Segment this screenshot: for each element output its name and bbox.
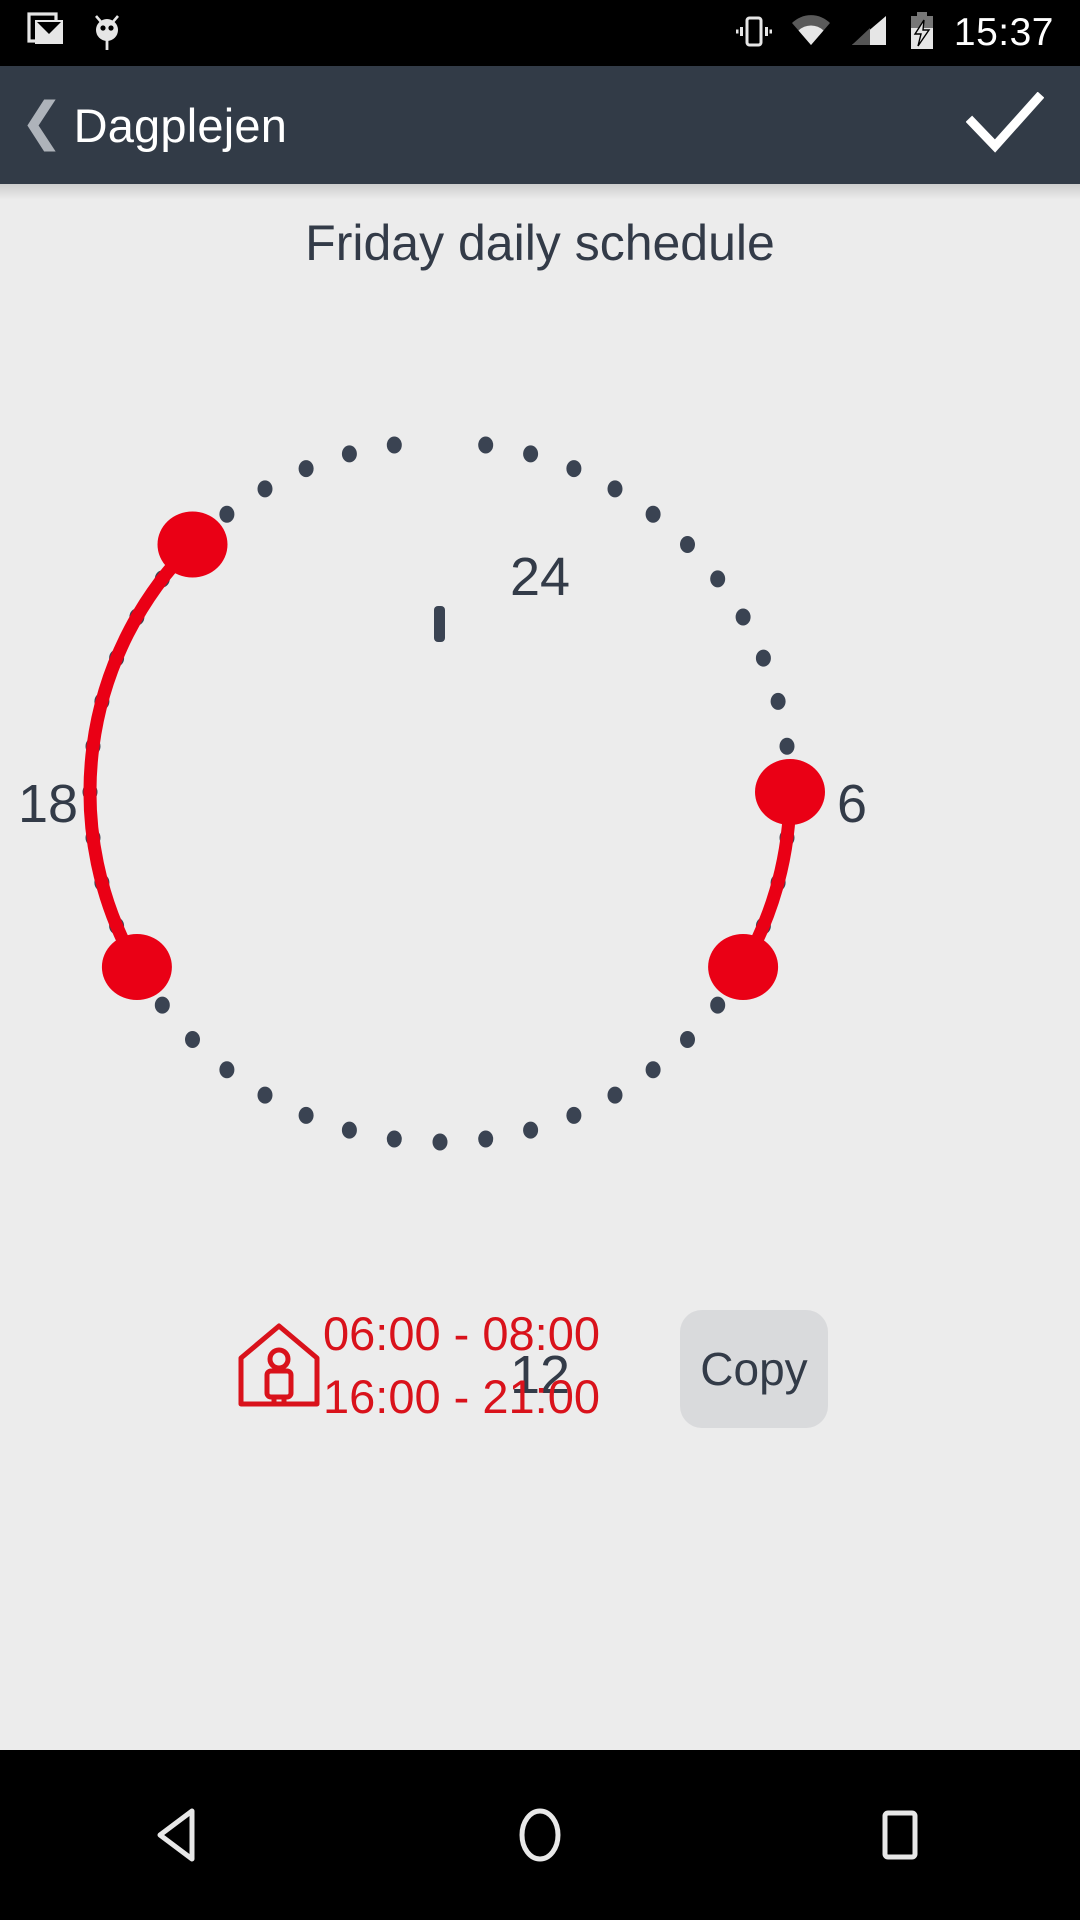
vibrate-icon [735, 11, 772, 56]
hour-tick-dot [523, 445, 539, 463]
hour-label-18: 18 [17, 774, 79, 834]
hour-tick-dot [566, 460, 582, 478]
hour-tick-dot [770, 692, 786, 710]
hour-tick-dot [154, 996, 170, 1014]
hour-tick-dot [607, 480, 623, 498]
hour-tick-dot [645, 505, 661, 523]
home-circle-icon [519, 1808, 561, 1862]
hour-tick-dot [298, 1106, 314, 1124]
check-icon [965, 91, 1045, 153]
hour-tick-dot [779, 737, 795, 755]
hour-tick-dot [432, 1133, 448, 1151]
copy-button[interactable]: Copy [680, 1310, 828, 1428]
status-bar: 15:37 [0, 0, 1080, 66]
hour-tick-dot [607, 1086, 623, 1104]
hour-tick-dot [341, 1121, 357, 1139]
hour-tick-dot [219, 1061, 235, 1079]
system-nav-bar [0, 1750, 1080, 1920]
hour-tick-dot [478, 1130, 494, 1148]
hour-tick-dot [645, 1061, 661, 1079]
main-content: Friday daily schedule 24 6 12 18 06:00 -… [0, 184, 1080, 1750]
status-bar-clock: 15:37 [953, 11, 1054, 54]
range-handle-end[interactable] [708, 934, 779, 1000]
hour-tick-dot [710, 996, 726, 1014]
hour-label-6: 6 [836, 774, 868, 834]
app-bar: ❮ Dagplejen [0, 66, 1080, 184]
hour-label-24: 24 [509, 547, 571, 607]
status-bar-notification-icons [0, 10, 736, 57]
hour-tick-dot [298, 460, 314, 478]
app-bar-title: Dagplejen [73, 98, 288, 152]
recents-square-icon [882, 1810, 918, 1860]
nav-back-button[interactable] [70, 1750, 290, 1920]
hour-tick-dot [680, 1031, 695, 1048]
back-chevron-icon[interactable]: ❮ [14, 96, 74, 154]
gmail-icon [26, 11, 66, 56]
hour-tick-dot [386, 436, 402, 454]
app-bar-back-area[interactable]: ❮ Dagplejen [0, 96, 966, 154]
hour-tick-dot [386, 1130, 402, 1148]
hour-tick-dot [523, 1121, 539, 1139]
phone-screen: 15:37 ❮ Dagplejen Friday daily schedule … [0, 0, 1080, 1920]
hour-tick-dot [566, 1106, 582, 1124]
hour-tick-dot [478, 436, 494, 454]
range-handle-start[interactable] [101, 934, 172, 1000]
hour-tick-dot [257, 1086, 273, 1104]
hour-tick-dot [755, 649, 771, 667]
battery-charging-icon [908, 11, 936, 56]
hour-tick-dot [257, 480, 273, 498]
midnight-marker [434, 606, 445, 642]
hour-tick-dot [735, 608, 751, 626]
status-bar-system-icons: 15:37 [735, 11, 1080, 56]
nav-recents-button[interactable] [790, 1750, 1010, 1920]
back-triangle-icon [157, 1808, 195, 1862]
hour-tick-dot [219, 505, 235, 523]
nav-home-button[interactable] [430, 1750, 650, 1920]
schedule-time-1: 06:00 - 08:00 [323, 1307, 600, 1360]
confirm-button[interactable] [965, 91, 1080, 159]
hour-tick-dot [185, 1031, 200, 1048]
wifi-icon [790, 14, 832, 53]
house-person-icon [237, 1322, 321, 1413]
bug-icon [88, 10, 126, 57]
schedule-times: 06:00 - 08:00 16:00 - 21:00 [323, 1302, 600, 1429]
schedule-time-2: 16:00 - 21:00 [323, 1370, 600, 1424]
cellular-signal-icon [850, 14, 890, 53]
hour-tick-dot [341, 445, 357, 463]
